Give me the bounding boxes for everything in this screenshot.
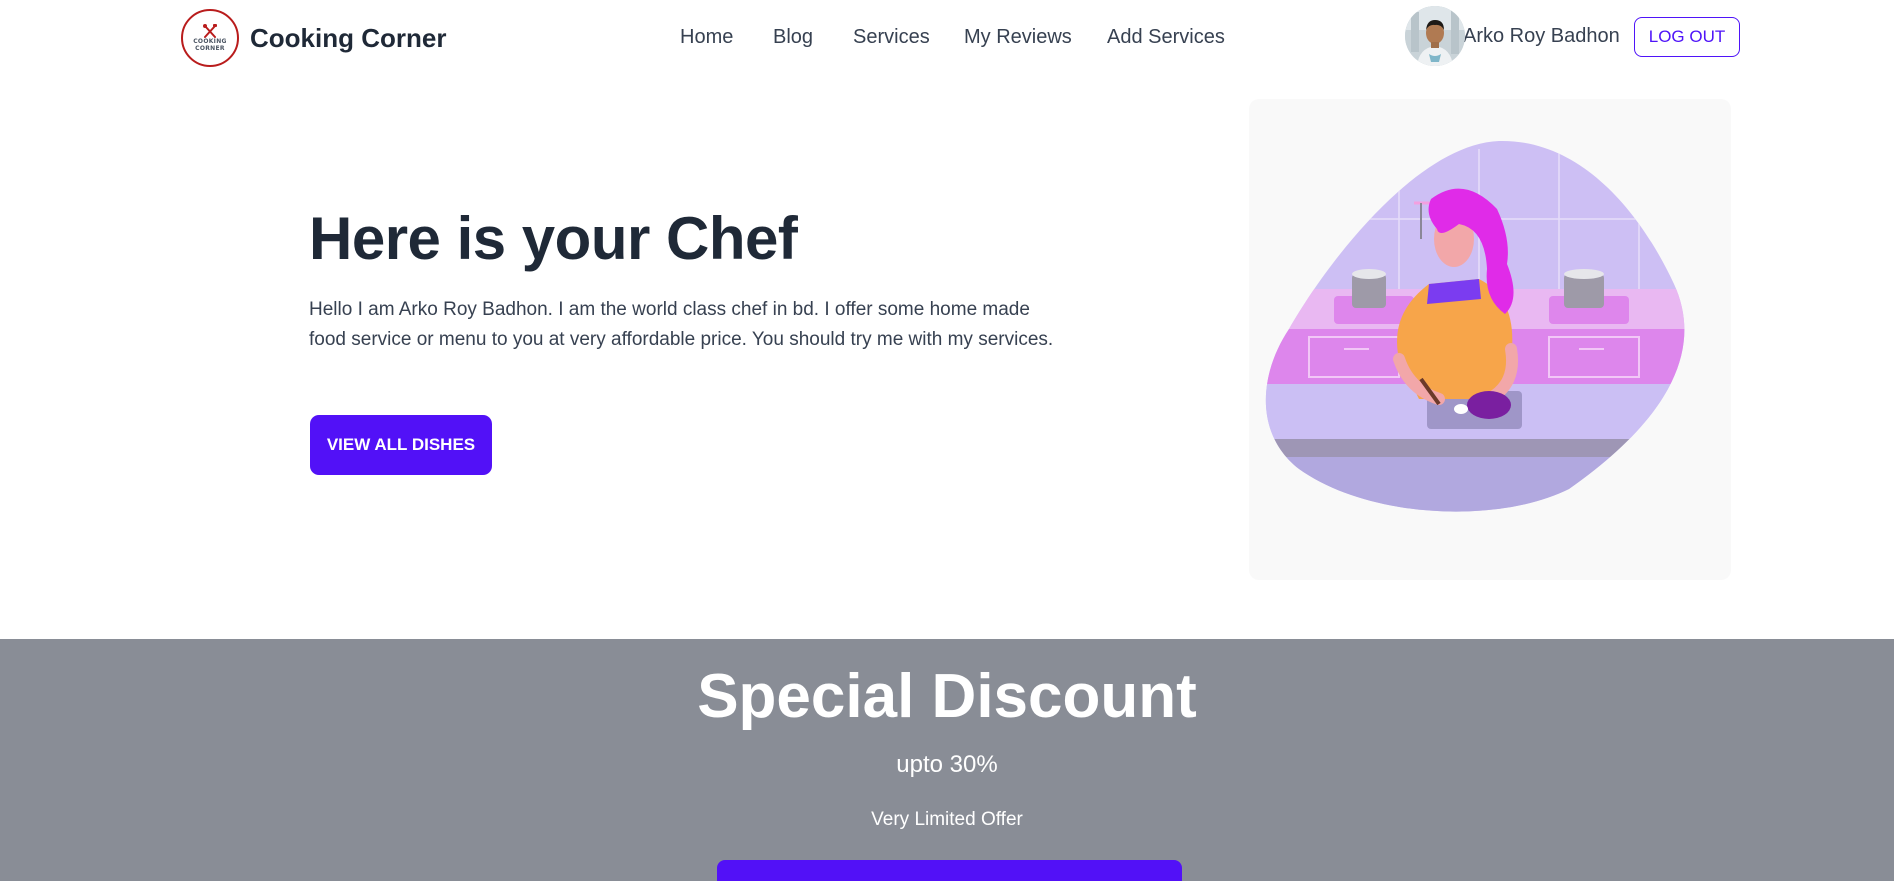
logo-text-line1: COOKING bbox=[193, 38, 227, 45]
view-all-dishes-button[interactable]: VIEW ALL DISHES bbox=[310, 415, 492, 475]
user-photo-icon bbox=[1405, 6, 1465, 66]
discount-subtitle: upto 30% bbox=[896, 751, 998, 778]
chef-cooking-illustration bbox=[1265, 140, 1685, 512]
discount-title: Special Discount bbox=[697, 662, 1197, 731]
nav-add-services-link[interactable]: Add Services bbox=[1107, 26, 1225, 49]
discount-note: Very Limited Offer bbox=[871, 809, 1023, 830]
logout-button[interactable]: LOG OUT bbox=[1634, 17, 1740, 57]
avatar[interactable] bbox=[1405, 6, 1465, 66]
nav-home-link[interactable]: Home bbox=[680, 26, 733, 49]
crossed-utensils-icon bbox=[203, 24, 217, 38]
nav-services-link[interactable]: Services bbox=[853, 26, 930, 49]
brand-name[interactable]: Cooking Corner bbox=[250, 23, 446, 54]
nav-my-reviews-link[interactable]: My Reviews bbox=[964, 26, 1072, 49]
user-profile: Arko Roy Badhon bbox=[1405, 6, 1620, 66]
user-name: Arko Roy Badhon bbox=[1463, 24, 1620, 47]
brand-logo[interactable]: COOKING CORNER bbox=[181, 9, 239, 67]
hero-illustration-card bbox=[1249, 99, 1731, 580]
discount-action-button[interactable] bbox=[717, 860, 1182, 881]
discount-banner: Special Discount upto 30% Very Limited O… bbox=[0, 639, 1894, 881]
logo-text-line2: CORNER bbox=[195, 45, 225, 52]
hero-description: Hello I am Arko Roy Badhon. I am the wor… bbox=[309, 299, 1054, 350]
hero-title: Here is your Chef bbox=[309, 205, 798, 272]
navbar: COOKING CORNER Cooking Corner Home Blog … bbox=[0, 0, 1894, 78]
nav-blog-link[interactable]: Blog bbox=[773, 26, 813, 49]
brand[interactable]: COOKING CORNER Cooking Corner bbox=[181, 9, 446, 67]
